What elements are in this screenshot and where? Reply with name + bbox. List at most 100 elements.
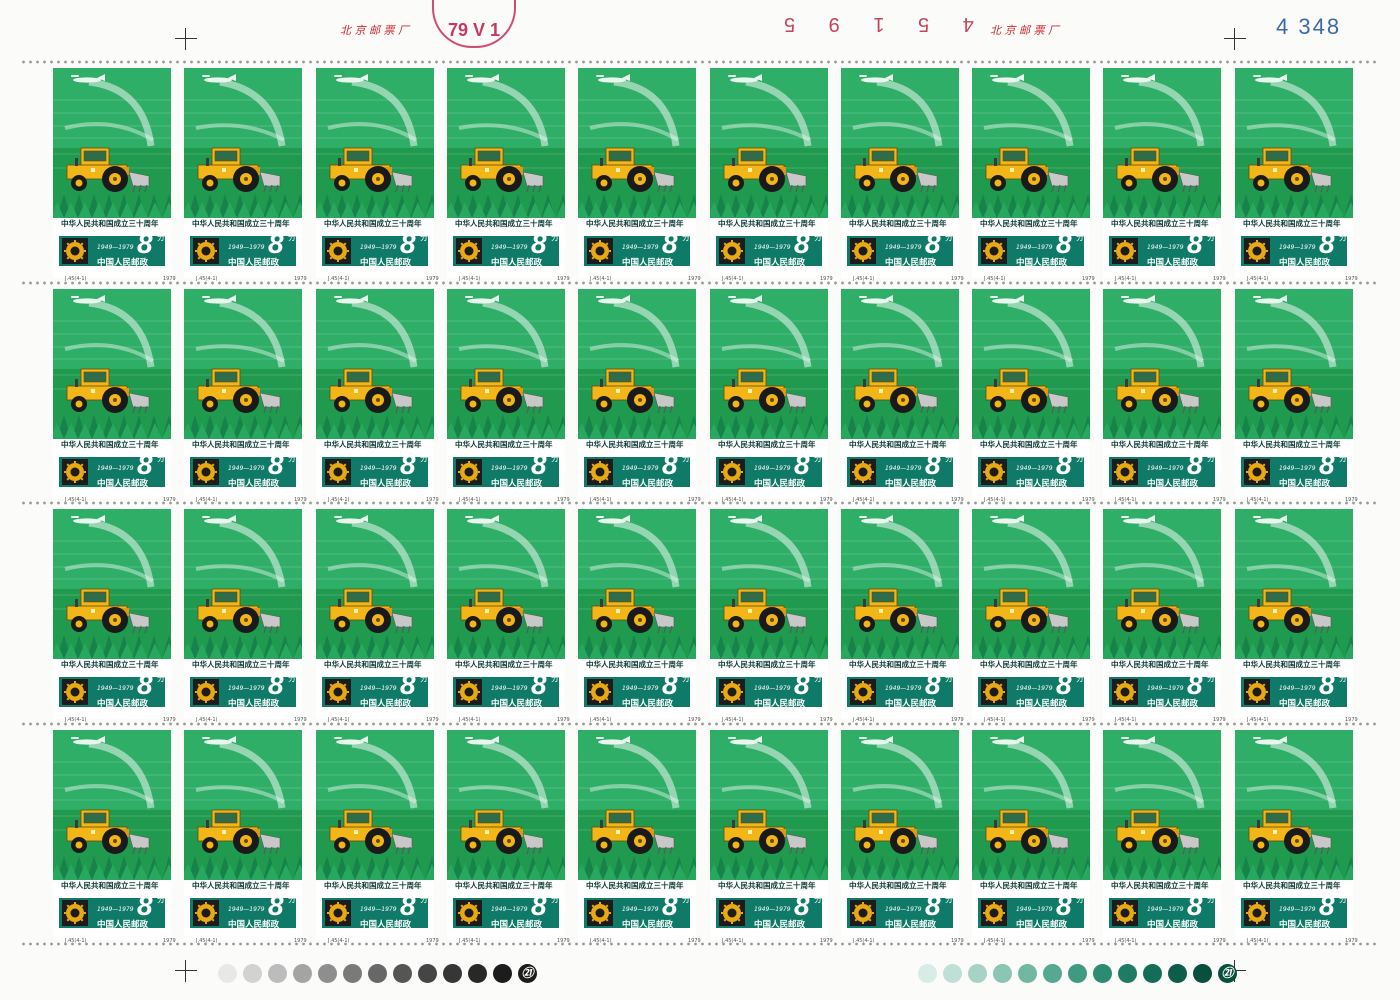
stamp-denomination-unit: 分 bbox=[945, 895, 953, 904]
stamp-sheet: 北 京 邮 票 厂 79 V 1 4 5 1 9 5 北 京 邮 票 厂 4 3… bbox=[0, 0, 1400, 1000]
stamp-years: 1949—1979 bbox=[1016, 465, 1053, 472]
stamp-years: 1949—1979 bbox=[1279, 244, 1316, 251]
stamp-years: 1949—1979 bbox=[360, 465, 397, 472]
stamp-denomination-unit: 分 bbox=[157, 674, 165, 683]
stamp-denomination: 8 bbox=[531, 449, 547, 480]
stamp-denomination: 8 bbox=[400, 228, 416, 259]
color-bar-dot bbox=[418, 964, 437, 983]
stamp: 中华人民共和国成立三十周年 1949—1979 中国人民邮政 8 分 J.45(4-1) 1… bbox=[1235, 68, 1358, 282]
stamp: 中华人民共和国成立三十周年 1949—1979 中国人民邮政 8 分 J.45(4-1) 1… bbox=[841, 68, 964, 282]
color-bar-label-left bbox=[218, 964, 237, 983]
color-bar-dot bbox=[968, 964, 987, 983]
stamp-years: 1949—1979 bbox=[491, 685, 528, 692]
stamp-denomination: 8 bbox=[794, 669, 810, 700]
stamp-denomination-unit: 分 bbox=[420, 674, 428, 683]
stamp-years: 1949—1979 bbox=[97, 685, 134, 692]
stamp-years: 1949—1979 bbox=[754, 685, 791, 692]
stamp: 中华人民共和国成立三十周年 1949—1979 中国人民邮政 8 分 J.45(4-1) 1… bbox=[1235, 289, 1358, 503]
stamp-denomination-unit: 分 bbox=[682, 454, 690, 463]
stamp-denomination: 8 bbox=[137, 449, 153, 480]
stamp-years: 1949—1979 bbox=[1016, 685, 1053, 692]
stamp: 中华人民共和国成立三十周年 1949—1979 中国人民邮政 8 分 J.45(4-1) 1… bbox=[972, 730, 1095, 944]
stamp-denomination: 8 bbox=[400, 669, 416, 700]
stamp-denomination: 8 bbox=[1319, 890, 1335, 921]
stamp-years: 1949—1979 bbox=[1279, 685, 1316, 692]
stamp: 中华人民共和国成立三十周年 1949—1979 中国人民邮政 8 分 J.45(4-1) 1… bbox=[710, 68, 833, 282]
color-bar-dot bbox=[1068, 964, 1087, 983]
sheet-number: 4 348 bbox=[1276, 14, 1342, 39]
stamp: 中华人民共和国成立三十周年 1949—1979 中国人民邮政 8 分 J.45(4-1) 1… bbox=[841, 289, 964, 503]
stamp-denomination: 8 bbox=[662, 228, 678, 259]
stamp-denomination-unit: 分 bbox=[551, 674, 559, 683]
perforation-row bbox=[20, 722, 1380, 726]
stamp-denomination: 8 bbox=[1187, 449, 1203, 480]
color-bar-dot bbox=[243, 964, 262, 983]
stamp-denomination-unit: 分 bbox=[157, 233, 165, 242]
stamp-denomination-unit: 分 bbox=[682, 895, 690, 904]
stamp: 中华人民共和国成立三十周年 1949—1979 中国人民邮政 8 分 J.45(4-1) 1… bbox=[184, 289, 307, 503]
stamp-denomination-unit: 分 bbox=[814, 233, 822, 242]
stamp: 中华人民共和国成立三十周年 1949—1979 中国人民邮政 8 分 J.45(4-1) 1… bbox=[1103, 730, 1226, 944]
stamp-denomination-unit: 分 bbox=[1076, 233, 1084, 242]
stamp-denomination-unit: 分 bbox=[1076, 454, 1084, 463]
stamp-years: 1949—1979 bbox=[1279, 906, 1316, 913]
stamp: 中华人民共和国成立三十周年 1949—1979 中国人民邮政 8 分 J.45(4-1) 1… bbox=[316, 68, 439, 282]
stamp-years: 1949—1979 bbox=[491, 465, 528, 472]
stamp-denomination-unit: 分 bbox=[682, 674, 690, 683]
stamp-years: 1949—1979 bbox=[1016, 244, 1053, 251]
stamp-denomination-unit: 分 bbox=[1076, 895, 1084, 904]
stamp-denomination-unit: 分 bbox=[814, 454, 822, 463]
stamp-years: 1949—1979 bbox=[754, 244, 791, 251]
stamp: 中华人民共和国成立三十周年 1949—1979 中国人民邮政 8 分 J.45(4-1) 1… bbox=[447, 289, 570, 503]
stamp-denomination: 8 bbox=[794, 890, 810, 921]
stamp-denomination-unit: 分 bbox=[288, 233, 296, 242]
stamp-denomination-unit: 分 bbox=[1339, 674, 1347, 683]
stamp-denomination: 8 bbox=[1056, 669, 1072, 700]
stamp: 中华人民共和国成立三十周年 1949—1979 中国人民邮政 8 分 J.45(4-1) 1… bbox=[578, 730, 701, 944]
stamp-denomination: 8 bbox=[662, 890, 678, 921]
color-bar-dot bbox=[493, 964, 512, 983]
stamp-denomination: 8 bbox=[925, 449, 941, 480]
stamp-denomination-unit: 分 bbox=[682, 233, 690, 242]
stamp-denomination: 8 bbox=[1187, 669, 1203, 700]
stamp: 中华人民共和国成立三十周年 1949—1979 中国人民邮政 8 分 J.45(4-1) 1… bbox=[53, 68, 176, 282]
color-bar-dot bbox=[918, 964, 937, 983]
registration-cross-top-right bbox=[1224, 28, 1246, 50]
stamp-years: 1949—1979 bbox=[622, 685, 659, 692]
stamp: 中华人民共和国成立三十周年 1949—1979 中国人民邮政 8 分 J.45(4-1) 1… bbox=[316, 730, 439, 944]
stamp-denomination: 8 bbox=[400, 890, 416, 921]
stamp: 中华人民共和国成立三十周年 1949—1979 中国人民邮政 8 分 J.45(4-1) 1… bbox=[184, 509, 307, 723]
stamp-denomination-unit: 分 bbox=[288, 454, 296, 463]
stamp: 中华人民共和国成立三十周年 1949—1979 中国人民邮政 8 分 J.45(4-1) 1… bbox=[841, 509, 964, 723]
perforation-row bbox=[20, 281, 1380, 285]
stamp-denomination-unit: 分 bbox=[1207, 895, 1215, 904]
stamp-denomination: 8 bbox=[1056, 449, 1072, 480]
stamp-denomination-unit: 分 bbox=[1339, 895, 1347, 904]
stamp: 中华人民共和国成立三十周年 1949—1979 中国人民邮政 8 分 J.45(4-1) 1… bbox=[1103, 289, 1226, 503]
stamp: 中华人民共和国成立三十周年 1949—1979 中国人民邮政 8 分 J.45(4-1) 1… bbox=[578, 68, 701, 282]
stamp-denomination-unit: 分 bbox=[420, 895, 428, 904]
color-bar-number-left: ㉑ bbox=[518, 964, 537, 983]
stamp: 中华人民共和国成立三十周年 1949—1979 中国人民邮政 8 分 J.45(4-1) 1… bbox=[1103, 509, 1226, 723]
color-bar-dot bbox=[943, 964, 962, 983]
stamp-years: 1949—1979 bbox=[1147, 465, 1184, 472]
color-bar-dot bbox=[1093, 964, 1112, 983]
stamp-years: 1949—1979 bbox=[360, 244, 397, 251]
color-bar-dot bbox=[393, 964, 412, 983]
stamp-years: 1949—1979 bbox=[228, 685, 265, 692]
perforation-row bbox=[20, 942, 1380, 946]
color-bar-dot bbox=[1168, 964, 1187, 983]
stamp-years: 1949—1979 bbox=[1147, 685, 1184, 692]
color-bar-dot bbox=[993, 964, 1012, 983]
stamp: 中华人民共和国成立三十周年 1949—1979 中国人民邮政 8 分 J.45(4-1) 1… bbox=[972, 289, 1095, 503]
stamp-denomination-unit: 分 bbox=[1076, 674, 1084, 683]
color-bar-dot bbox=[1018, 964, 1037, 983]
stamp: 中华人民共和国成立三十周年 1949—1979 中国人民邮政 8 分 J.45(4-1) 1… bbox=[1235, 509, 1358, 723]
stamp-years: 1949—1979 bbox=[1147, 906, 1184, 913]
stamp-denomination: 8 bbox=[268, 890, 284, 921]
stamp-denomination: 8 bbox=[137, 228, 153, 259]
stamp: 中华人民共和国成立三十周年 1949—1979 中国人民邮政 8 分 J.45(4-1) 1… bbox=[447, 730, 570, 944]
color-bar-dot bbox=[343, 964, 362, 983]
color-bar-dot bbox=[293, 964, 312, 983]
stamp-denomination: 8 bbox=[794, 228, 810, 259]
